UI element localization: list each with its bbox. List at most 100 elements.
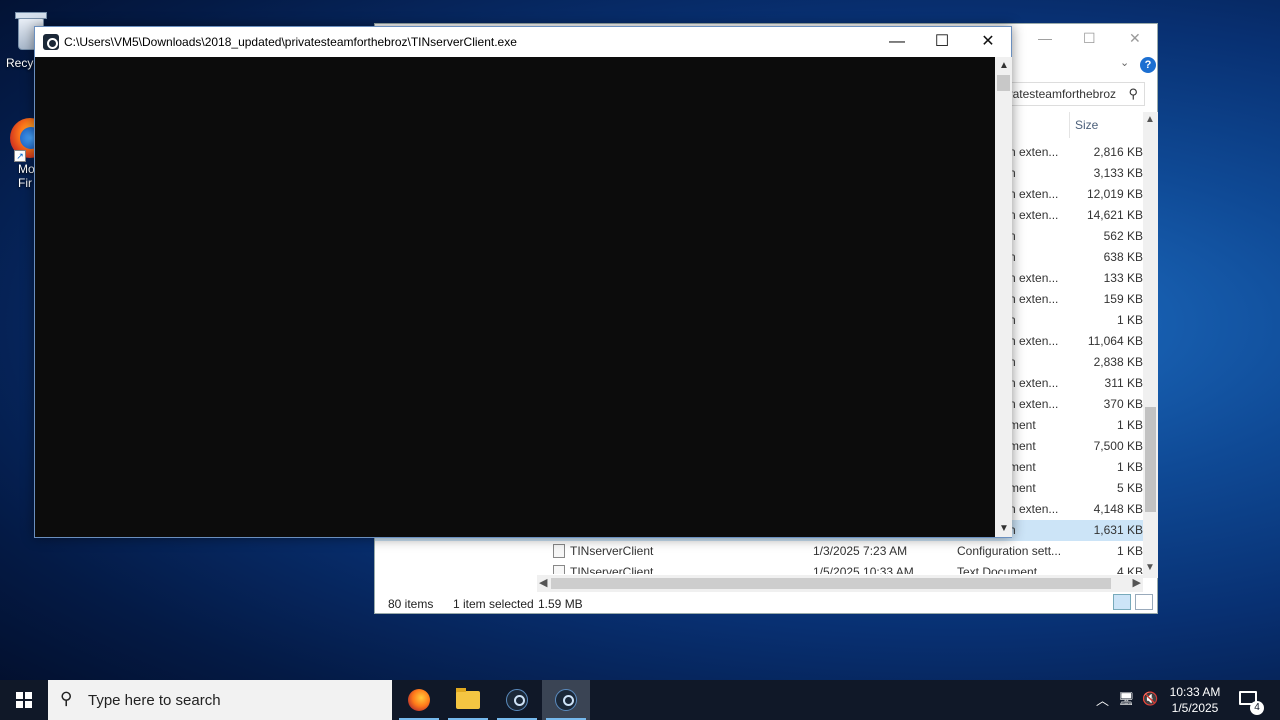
size-cell: 7,500 KB xyxy=(1093,439,1143,453)
start-button[interactable] xyxy=(0,680,48,720)
taskbar: ⚲ Type here to search ︿ 🖥 🔇 10:33 AM 1/5… xyxy=(0,680,1280,720)
volume-muted-icon[interactable]: 🔇 xyxy=(1142,691,1158,720)
large-icons-view-icon[interactable] xyxy=(1135,594,1153,610)
size-cell: 4 KB xyxy=(1116,565,1143,574)
type-cell: n exten... xyxy=(1009,292,1059,306)
type-cell: n exten... xyxy=(1009,271,1059,285)
network-icon[interactable]: 🖥 xyxy=(1118,691,1135,720)
steam-app-icon xyxy=(43,34,59,50)
scroll-down-icon[interactable]: ▼ xyxy=(999,523,1009,534)
file-name-cell: TINserverClient xyxy=(553,565,653,574)
size-cell: 14,621 KB xyxy=(1086,208,1143,222)
date-cell: 1/3/2025 7:23 AM xyxy=(813,544,908,558)
explorer-horizontal-scrollbar[interactable]: ◀ ▶ xyxy=(537,575,1143,592)
size-cell: 4,148 KB xyxy=(1093,502,1143,516)
size-cell: 311 KB xyxy=(1104,376,1143,390)
shortcut-arrow-icon: ↗ xyxy=(14,150,26,162)
table-row[interactable]: TINserverClient 1/5/2025 10:33 AM Text D… xyxy=(375,562,1143,574)
date-cell: 1/5/2025 10:33 AM xyxy=(813,565,914,574)
scroll-left-icon[interactable]: ◀ xyxy=(539,576,547,589)
taskbar-steam[interactable] xyxy=(493,680,541,720)
size-cell: 2,816 KB xyxy=(1093,145,1143,159)
console-scroll-thumb[interactable] xyxy=(997,75,1010,91)
clock-date: 1/5/2025 xyxy=(1171,701,1219,715)
explorer-maximize-button[interactable]: ☐ xyxy=(1083,30,1096,47)
type-cell: n exten... xyxy=(1009,502,1059,516)
notification-count-badge: 4 xyxy=(1250,701,1264,715)
type-cell: ment xyxy=(1009,481,1036,495)
size-cell: 12,019 KB xyxy=(1086,187,1143,201)
steam-console-icon xyxy=(555,689,577,711)
console-window[interactable]: C:\Users\VM5\Downloads\2018_updated\priv… xyxy=(34,26,1012,538)
size-cell: 133 KB xyxy=(1103,271,1143,285)
details-view-icon[interactable] xyxy=(1113,594,1131,610)
action-center-button[interactable]: 4 xyxy=(1236,680,1268,720)
explorer-status-bar: 80 items 1 item selected 1.59 MB xyxy=(375,592,1157,614)
taskbar-clock[interactable]: 10:33 AM 1/5/2025 xyxy=(1160,684,1230,716)
search-placeholder: Type here to search xyxy=(88,692,221,709)
size-cell: 11,064 KB xyxy=(1087,334,1143,348)
file-name-cell: TINserverClient xyxy=(553,544,653,558)
size-cell: 1 KB xyxy=(1116,313,1143,327)
help-icon[interactable]: ? xyxy=(1140,57,1156,73)
type-cell: ment xyxy=(1009,460,1036,474)
steam-icon xyxy=(506,689,528,711)
size-cell: 5 KB xyxy=(1116,481,1143,495)
explorer-search-input[interactable]: privatesteamforthebroz ⚲ xyxy=(995,82,1145,106)
explorer-vertical-scrollbar[interactable]: ▲ ▼ xyxy=(1143,112,1158,578)
text-file-icon xyxy=(553,565,565,574)
type-cell: ment xyxy=(1009,439,1036,453)
column-separator xyxy=(1069,112,1070,138)
size-cell: 370 KB xyxy=(1103,397,1143,411)
ribbon-expand-chevron-icon[interactable]: ⌄ xyxy=(1120,56,1129,69)
windows-logo-icon xyxy=(16,692,32,708)
item-count: 80 items xyxy=(388,597,434,611)
type-cell: n exten... xyxy=(1009,376,1059,390)
scroll-thumb[interactable] xyxy=(1145,407,1156,512)
firefox-icon xyxy=(408,689,430,711)
type-cell: Text Document xyxy=(957,565,1038,574)
size-cell: 159 KB xyxy=(1103,292,1143,306)
size-cell: 562 KB xyxy=(1103,229,1143,243)
folder-icon xyxy=(456,688,480,709)
type-cell: n exten... xyxy=(1009,187,1059,201)
explorer-close-button[interactable]: ✕ xyxy=(1129,30,1141,47)
taskbar-tinserverclient[interactable] xyxy=(542,680,590,720)
taskbar-file-explorer[interactable] xyxy=(444,680,492,720)
type-cell: n exten... xyxy=(1009,208,1059,222)
size-cell: 3,133 KB xyxy=(1093,166,1143,180)
scroll-up-icon[interactable]: ▲ xyxy=(1145,114,1155,125)
taskbar-firefox[interactable] xyxy=(395,680,443,720)
console-output-area[interactable] xyxy=(35,57,995,537)
size-cell: 1 KB xyxy=(1116,418,1143,432)
explorer-minimize-button[interactable]: — xyxy=(1038,30,1052,46)
hscroll-thumb[interactable] xyxy=(551,578,1111,589)
type-cell: n exten... xyxy=(1009,145,1059,159)
search-icon: ⚲ xyxy=(1128,86,1138,101)
size-cell: 1,631 KB xyxy=(1093,523,1143,537)
scroll-up-icon[interactable]: ▲ xyxy=(999,60,1009,71)
minimize-button[interactable]: — xyxy=(874,27,920,57)
close-button[interactable]: ✕ xyxy=(965,27,1011,57)
size-column-header[interactable]: Size xyxy=(1075,118,1098,132)
scroll-down-icon[interactable]: ▼ xyxy=(1145,562,1155,573)
taskbar-search-box[interactable]: ⚲ Type here to search xyxy=(48,680,392,720)
size-cell: 638 KB xyxy=(1103,250,1143,264)
size-cell: 2,838 KB xyxy=(1093,355,1143,369)
table-row[interactable]: TINserverClient 1/3/2025 7:23 AM Configu… xyxy=(375,541,1143,562)
size-cell: 1 KB xyxy=(1116,544,1143,558)
console-vertical-scrollbar[interactable]: ▲ ▼ xyxy=(995,57,1012,537)
type-cell: n exten... xyxy=(1009,334,1059,348)
selection-size: 1.59 MB xyxy=(538,597,583,611)
show-hidden-icons-chevron-icon[interactable]: ︿ xyxy=(1096,690,1109,720)
search-icon: ⚲ xyxy=(60,689,73,708)
maximize-button[interactable]: ☐ xyxy=(919,27,965,57)
console-title: C:\Users\VM5\Downloads\2018_updated\priv… xyxy=(64,35,517,49)
scroll-right-icon[interactable]: ▶ xyxy=(1133,576,1141,589)
type-cell: Configuration sett... xyxy=(957,544,1062,558)
console-titlebar[interactable]: C:\Users\VM5\Downloads\2018_updated\priv… xyxy=(35,27,1011,57)
type-cell: ment xyxy=(1009,418,1036,432)
config-file-icon xyxy=(553,544,565,558)
size-cell: 1 KB xyxy=(1116,460,1143,474)
selection-count: 1 item selected xyxy=(453,597,534,611)
